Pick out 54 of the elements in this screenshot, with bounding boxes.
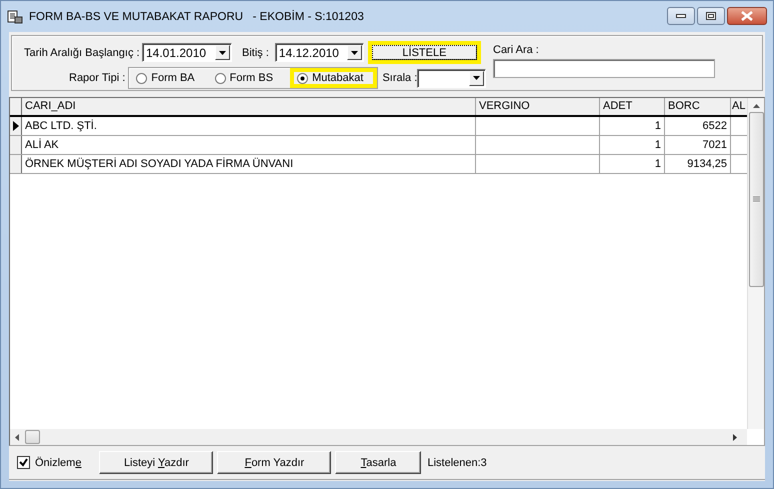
check-icon	[19, 458, 28, 467]
scroll-up-icon[interactable]	[752, 104, 760, 108]
report-type-radio[interactable]: Form BS	[208, 68, 280, 88]
close-icon	[741, 11, 753, 21]
minimize-button[interactable]	[667, 7, 695, 25]
table-cell: ABC LTD. ŞTİ.	[22, 117, 476, 135]
table-cell: 1	[600, 136, 665, 154]
report-type-radio[interactable]: Mutabakat	[290, 68, 378, 88]
radio-icon	[297, 72, 308, 84]
end-date-field[interactable]: 14.12.2010	[274, 43, 364, 62]
report-type-radio[interactable]: Form BA	[129, 68, 202, 88]
list-button[interactable]: LİSTELE	[368, 41, 481, 64]
table-cell: ALİ AK	[22, 136, 476, 154]
sort-label: Sırala :	[382, 72, 418, 84]
scroll-left-icon[interactable]	[15, 434, 19, 440]
table-cell: 1	[600, 155, 665, 173]
horizontal-scrollbar[interactable]	[10, 429, 747, 445]
print-list-button[interactable]: Listeyi Yazdır	[99, 451, 214, 474]
scroll-right-icon[interactable]	[733, 434, 737, 440]
table-cell: 1	[600, 117, 665, 135]
maximize-icon	[706, 12, 716, 20]
report-icon	[7, 10, 23, 24]
scroll-thumb[interactable]	[25, 430, 40, 444]
table-cell: 7021	[665, 136, 731, 154]
vertical-scrollbar[interactable]	[747, 98, 764, 429]
close-button[interactable]	[727, 7, 767, 25]
preview-checkbox[interactable]: Önizleme	[17, 456, 82, 469]
dropdown-icon[interactable]	[346, 45, 362, 60]
column-header[interactable]: ADET	[600, 98, 665, 115]
row-pointer-icon	[12, 121, 18, 131]
start-date-field[interactable]: 14.01.2010	[142, 43, 232, 62]
minimize-icon	[676, 14, 686, 18]
sort-field[interactable]	[417, 68, 486, 88]
column-header[interactable]: VERGINO	[476, 98, 600, 115]
dropdown-icon[interactable]	[469, 70, 484, 86]
search-label: Cari Ara :	[493, 44, 540, 56]
record-count: Listelenen:3	[427, 456, 487, 468]
table-cell: 9134,25	[665, 155, 731, 173]
window-title: FORM BA-BS VE MUTABAKAT RAPORU - EKOBİM - S:101203	[29, 10, 364, 22]
row-selector[interactable]	[10, 117, 22, 135]
scroll-thumb[interactable]	[748, 112, 764, 287]
grip-icon	[752, 196, 760, 203]
dropdown-icon[interactable]	[215, 45, 230, 60]
radio-icon	[214, 72, 226, 84]
radio-icon	[136, 72, 148, 84]
table-cell: 6522	[665, 117, 731, 135]
report-type-label: Rapor Tipi :	[69, 72, 126, 84]
start-date-label: Tarih Aralığı Başlangıç :	[24, 46, 141, 58]
design-button[interactable]: Tasarla	[335, 451, 422, 474]
table-cell: ÖRNEK MÜŞTERİ ADI SOYADI YADA FİRMA ÜNVANI	[22, 155, 476, 173]
print-form-button[interactable]: Form Yazdır	[217, 451, 332, 474]
search-field[interactable]	[493, 59, 715, 78]
end-date-label: Bitiş :	[242, 46, 269, 58]
maximize-button[interactable]	[697, 7, 725, 25]
